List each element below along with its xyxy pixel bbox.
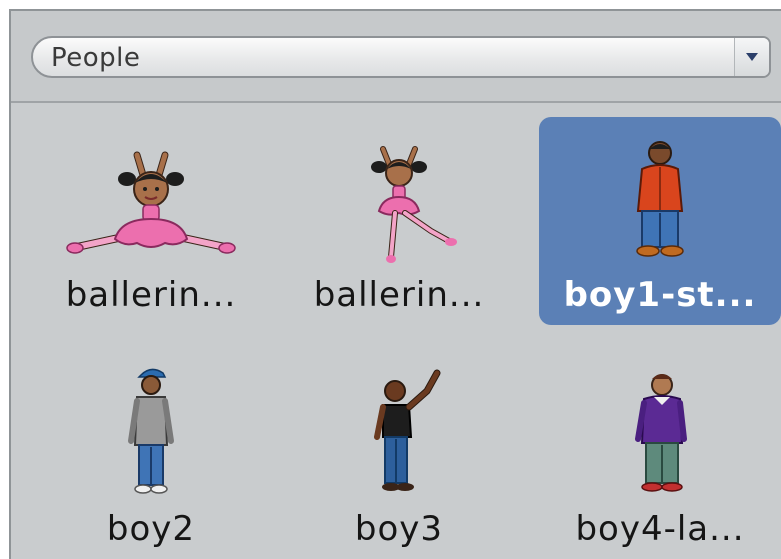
sprite-name: boy3: [354, 509, 444, 549]
sprite-tile-boy1-selected[interactable]: boy1-st...: [539, 117, 781, 325]
sprite-tile-boy4[interactable]: boy4-la...: [539, 351, 781, 559]
sprite-name: ballerin...: [65, 275, 237, 315]
sprite-name: boy4-la...: [575, 509, 745, 549]
sprite-library-window: People ballerin... ballerin... boy1-st..…: [0, 0, 781, 559]
sprite-library-panel: People ballerin... ballerin... boy1-st..…: [9, 9, 781, 559]
sprite-name: ballerin...: [313, 275, 485, 315]
ballerina-split-thumbnail: [66, 151, 236, 254]
category-dropdown-label: People: [51, 43, 141, 73]
sprite-tile-boy2[interactable]: boy2: [30, 351, 272, 559]
boy3-waving-thumbnail: [374, 369, 441, 491]
sprite-tile-ballerina-b[interactable]: ballerin...: [278, 117, 520, 325]
ballerina-pose-thumbnail: [371, 146, 457, 263]
category-header: People: [11, 11, 781, 103]
sprite-tile-boy3[interactable]: boy3: [278, 351, 520, 559]
sprite-grid: ballerin... ballerin... boy1-st... boy2 …: [11, 103, 781, 559]
boy4-thumbnail: [635, 374, 687, 492]
triangle-down-icon: [746, 53, 758, 61]
category-dropdown[interactable]: People: [31, 36, 771, 78]
sprite-name: boy1-st...: [563, 275, 757, 315]
sprite-name: boy2: [106, 509, 196, 549]
boy2-thumbnail: [128, 368, 174, 494]
dropdown-toggle-button[interactable]: [734, 38, 769, 76]
sprite-tile-ballerina-a[interactable]: ballerin...: [30, 117, 272, 325]
boy1-standing-thumbnail: [636, 141, 684, 257]
